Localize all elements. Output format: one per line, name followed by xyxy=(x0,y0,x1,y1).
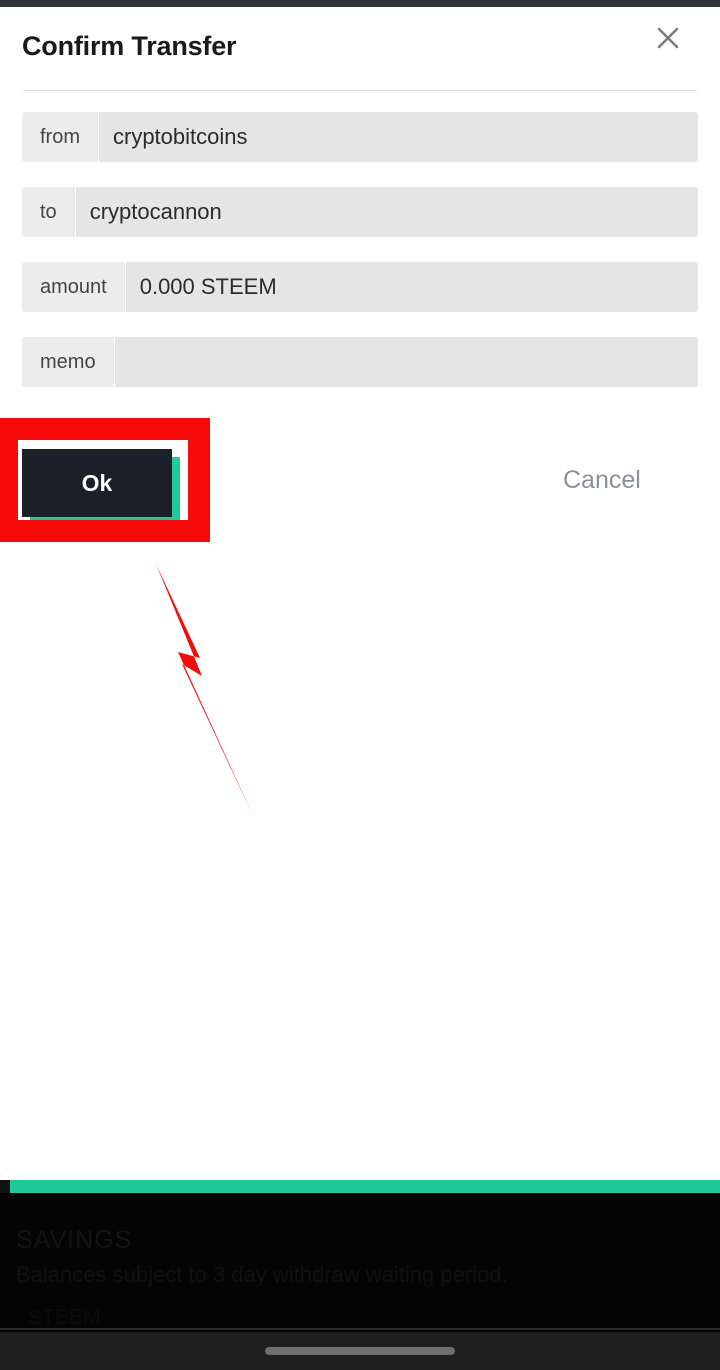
header-divider xyxy=(22,90,698,91)
dialog-actions: Ok Cancel xyxy=(0,427,720,547)
confirm-transfer-dialog: Confirm Transfer from cryptobitcoins to … xyxy=(0,7,720,1180)
system-navigation-bar xyxy=(0,1332,720,1370)
close-icon xyxy=(655,25,681,51)
close-button[interactable] xyxy=(650,20,686,56)
field-value-from: cryptobitcoins xyxy=(99,112,698,162)
accent-bar-edge xyxy=(0,1180,10,1193)
accent-bar xyxy=(10,1180,720,1193)
cancel-button[interactable]: Cancel xyxy=(563,466,641,495)
field-label-memo: memo xyxy=(22,337,115,387)
savings-row-label: STEEM xyxy=(28,1306,101,1329)
field-value-amount: 0.000 STEEM xyxy=(125,262,698,312)
field-value-memo xyxy=(114,337,698,387)
field-row-to: to cryptocannon xyxy=(22,187,698,237)
field-label-amount: amount xyxy=(22,262,126,312)
ok-button[interactable]: Ok xyxy=(22,449,172,517)
gesture-pill[interactable] xyxy=(265,1347,455,1355)
bottom-divider xyxy=(0,1328,720,1330)
dialog-header: Confirm Transfer xyxy=(0,7,720,90)
savings-section-title: SAVINGS xyxy=(16,1226,133,1254)
field-label-from: from xyxy=(22,112,99,162)
field-row-from: from cryptobitcoins xyxy=(22,112,698,162)
background-wallet-view: SAVINGS Balances subject to 3 day withdr… xyxy=(0,1180,720,1332)
savings-section-subtitle: Balances subject to 3 day withdraw waiti… xyxy=(16,1262,508,1287)
ok-button-wrapper: Ok xyxy=(22,449,180,525)
transfer-fields: from cryptobitcoins to cryptocannon amou… xyxy=(22,112,698,412)
field-row-amount: amount 0.000 STEEM xyxy=(22,262,698,312)
screen: Confirm Transfer from cryptobitcoins to … xyxy=(0,0,720,1370)
field-value-to: cryptocannon xyxy=(75,187,698,237)
field-label-to: to xyxy=(22,187,76,237)
field-row-memo: memo xyxy=(22,337,698,387)
page-title: Confirm Transfer xyxy=(22,31,237,61)
status-bar xyxy=(0,0,720,7)
